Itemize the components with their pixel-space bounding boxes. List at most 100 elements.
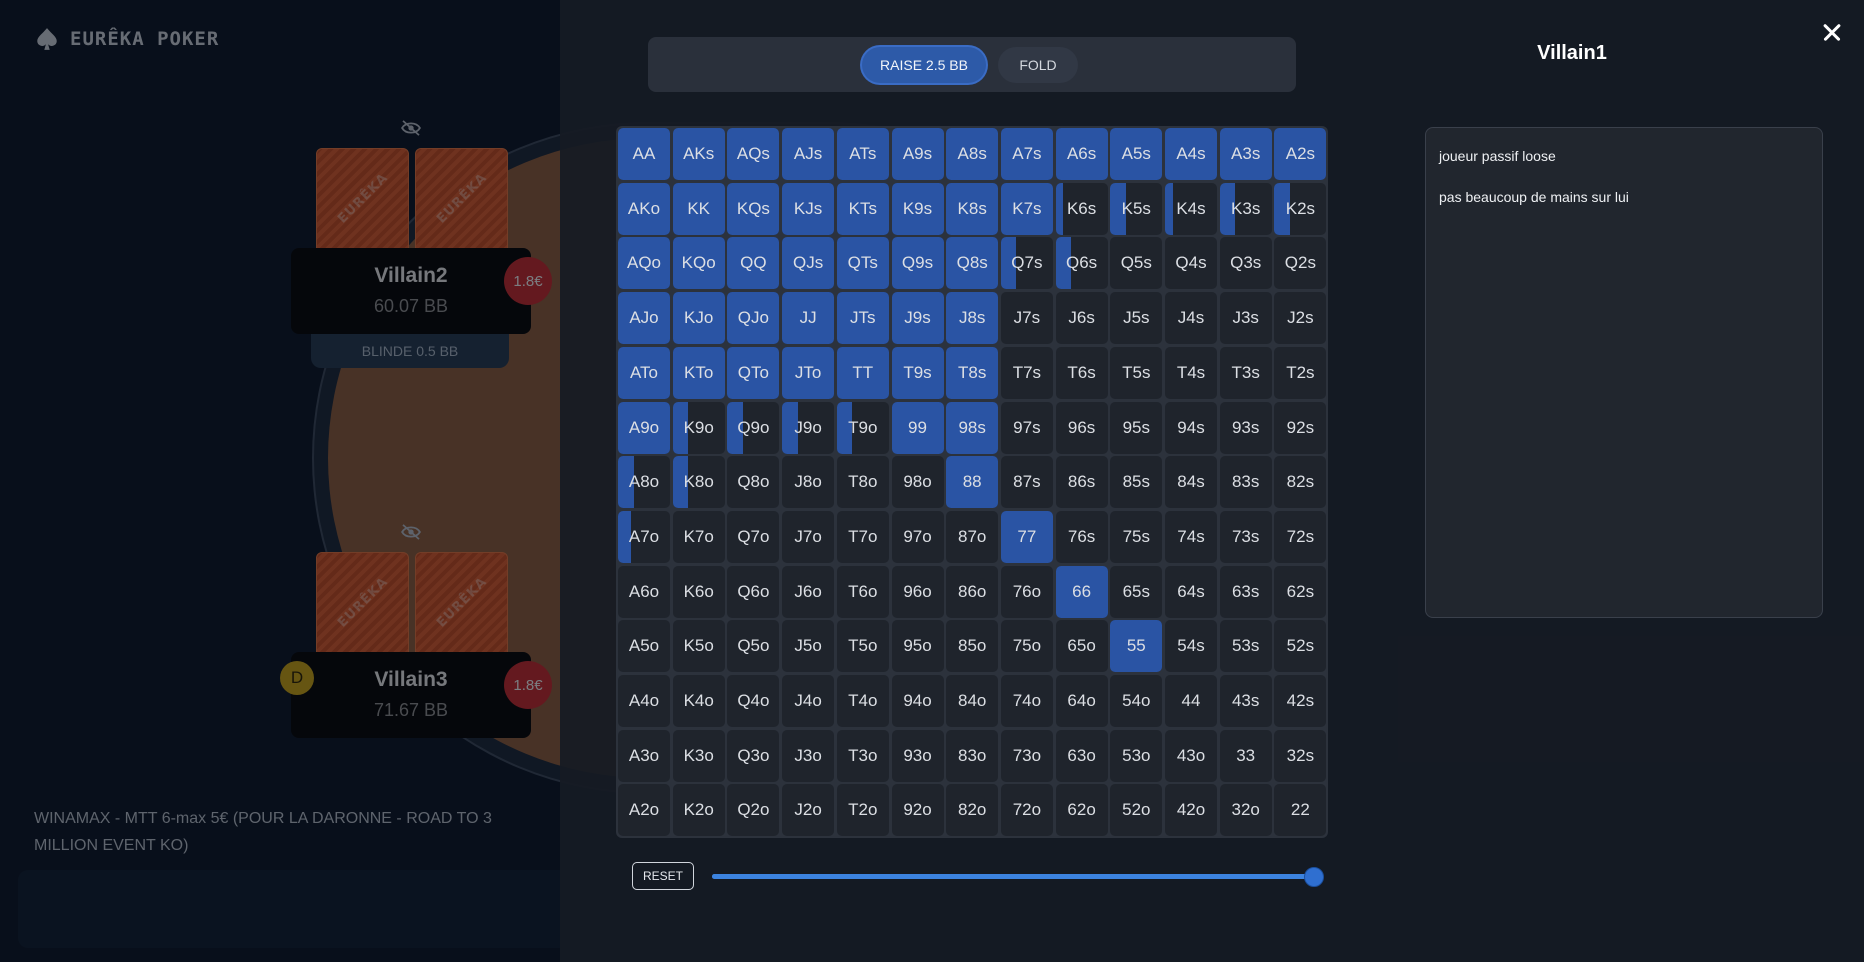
hand-cell-K2o[interactable]: K2o [672, 784, 725, 837]
hand-cell-T6s[interactable]: T6s [1055, 346, 1108, 399]
hand-cell-AQo[interactable]: AQo [618, 237, 670, 290]
hand-cell-K9s[interactable]: K9s [891, 182, 944, 235]
hand-cell-AA[interactable]: AA [618, 128, 670, 180]
hand-cell-J7o[interactable]: J7o [782, 510, 835, 563]
hand-cell-52o[interactable]: 52o [1110, 784, 1163, 837]
hand-cell-77[interactable]: 77 [1000, 510, 1053, 563]
hand-cell-K2s[interactable]: K2s [1274, 182, 1327, 235]
hand-cell-J2o[interactable]: J2o [782, 784, 835, 837]
hand-cell-Q9o[interactable]: Q9o [727, 401, 780, 454]
hand-cell-K6s[interactable]: K6s [1055, 182, 1108, 235]
hand-cell-72o[interactable]: 72o [1000, 784, 1053, 837]
hand-cell-QQ[interactable]: QQ [727, 237, 780, 290]
hand-cell-J9o[interactable]: J9o [782, 401, 835, 454]
hand-cell-83o[interactable]: 83o [946, 729, 999, 782]
hand-cell-Q8s[interactable]: Q8s [946, 237, 999, 290]
hand-cell-82o[interactable]: 82o [946, 784, 999, 837]
hand-cell-TT[interactable]: TT [836, 346, 889, 399]
hand-cell-76o[interactable]: 76o [1000, 565, 1053, 618]
hand-cell-QTs[interactable]: QTs [836, 237, 889, 290]
hand-cell-72s[interactable]: 72s [1274, 510, 1327, 563]
hand-cell-83s[interactable]: 83s [1219, 456, 1272, 509]
hand-cell-KTs[interactable]: KTs [836, 182, 889, 235]
hand-cell-54o[interactable]: 54o [1110, 675, 1163, 727]
hand-cell-J8s[interactable]: J8s [946, 292, 999, 345]
hand-cell-Q4s[interactable]: Q4s [1165, 237, 1217, 290]
hand-cell-KQs[interactable]: KQs [727, 182, 780, 235]
hand-cell-KK[interactable]: KK [672, 182, 725, 235]
hand-cell-A5o[interactable]: A5o [618, 620, 670, 673]
hand-cell-K7o[interactable]: K7o [672, 510, 725, 563]
hand-cell-96o[interactable]: 96o [891, 565, 944, 618]
hand-cell-65s[interactable]: 65s [1110, 565, 1163, 618]
hand-cell-T3o[interactable]: T3o [836, 729, 889, 782]
hand-cell-94s[interactable]: 94s [1165, 401, 1217, 454]
hand-cell-Q8o[interactable]: Q8o [727, 456, 780, 509]
hand-cell-A3s[interactable]: A3s [1219, 128, 1272, 180]
hand-cell-95s[interactable]: 95s [1110, 401, 1163, 454]
hand-cell-A8s[interactable]: A8s [946, 128, 999, 180]
hand-cell-A9s[interactable]: A9s [891, 128, 944, 180]
hand-cell-42o[interactable]: 42o [1165, 784, 1217, 837]
hand-cell-A9o[interactable]: A9o [618, 401, 670, 454]
hand-cell-75o[interactable]: 75o [1000, 620, 1053, 673]
hand-cell-Q7s[interactable]: Q7s [1000, 237, 1053, 290]
hand-cell-T5s[interactable]: T5s [1110, 346, 1163, 399]
frequency-slider[interactable] [712, 867, 1324, 887]
hand-cell-K9o[interactable]: K9o [672, 401, 725, 454]
hand-cell-96s[interactable]: 96s [1055, 401, 1108, 454]
hand-cell-93s[interactable]: 93s [1219, 401, 1272, 454]
hand-cell-J4s[interactable]: J4s [1165, 292, 1217, 345]
hand-cell-QTo[interactable]: QTo [727, 346, 780, 399]
hand-cell-54s[interactable]: 54s [1165, 620, 1217, 673]
hand-cell-KTo[interactable]: KTo [672, 346, 725, 399]
hand-cell-Q3s[interactable]: Q3s [1219, 237, 1272, 290]
hand-cell-62o[interactable]: 62o [1055, 784, 1108, 837]
hand-cell-74o[interactable]: 74o [1000, 675, 1053, 727]
hand-cell-75s[interactable]: 75s [1110, 510, 1163, 563]
hand-cell-42s[interactable]: 42s [1274, 675, 1327, 727]
hand-cell-99[interactable]: 99 [891, 401, 944, 454]
hand-cell-KQo[interactable]: KQo [672, 237, 725, 290]
hand-cell-Q4o[interactable]: Q4o [727, 675, 780, 727]
hand-cell-J8o[interactable]: J8o [782, 456, 835, 509]
hand-cell-A6o[interactable]: A6o [618, 565, 670, 618]
hand-cell-Q6s[interactable]: Q6s [1055, 237, 1108, 290]
action-fold-button[interactable]: FOLD [998, 47, 1078, 83]
hand-cell-K5o[interactable]: K5o [672, 620, 725, 673]
hand-cell-64o[interactable]: 64o [1055, 675, 1108, 727]
hand-cell-K4o[interactable]: K4o [672, 675, 725, 727]
hand-cell-K6o[interactable]: K6o [672, 565, 725, 618]
hand-cell-T2s[interactable]: T2s [1274, 346, 1327, 399]
hand-cell-AKs[interactable]: AKs [672, 128, 725, 180]
villain-notes[interactable]: joueur passif loose pas beaucoup de main… [1425, 127, 1823, 618]
hand-cell-K4s[interactable]: K4s [1165, 182, 1217, 235]
hand-cell-43s[interactable]: 43s [1219, 675, 1272, 727]
hand-cell-J4o[interactable]: J4o [782, 675, 835, 727]
hand-cell-Q2o[interactable]: Q2o [727, 784, 780, 837]
hand-cell-32o[interactable]: 32o [1219, 784, 1272, 837]
hand-cell-64s[interactable]: 64s [1165, 565, 1217, 618]
hand-cell-66[interactable]: 66 [1055, 565, 1108, 618]
hand-cell-T8o[interactable]: T8o [836, 456, 889, 509]
hand-cell-97o[interactable]: 97o [891, 510, 944, 563]
hand-cell-KJo[interactable]: KJo [672, 292, 725, 345]
hand-cell-33[interactable]: 33 [1219, 729, 1272, 782]
hand-cell-A3o[interactable]: A3o [618, 729, 670, 782]
hand-cell-T5o[interactable]: T5o [836, 620, 889, 673]
hand-cell-95o[interactable]: 95o [891, 620, 944, 673]
hand-cell-92o[interactable]: 92o [891, 784, 944, 837]
hand-cell-T3s[interactable]: T3s [1219, 346, 1272, 399]
hand-cell-84s[interactable]: 84s [1165, 456, 1217, 509]
hand-cell-Q6o[interactable]: Q6o [727, 565, 780, 618]
hand-cell-J9s[interactable]: J9s [891, 292, 944, 345]
hand-cell-22[interactable]: 22 [1274, 784, 1327, 837]
action-raise-button[interactable]: RAISE 2.5 BB [862, 47, 986, 83]
hand-cell-AKo[interactable]: AKo [618, 182, 670, 235]
reset-button[interactable]: RESET [632, 862, 694, 890]
hand-cell-53o[interactable]: 53o [1110, 729, 1163, 782]
hand-cell-K3s[interactable]: K3s [1219, 182, 1272, 235]
hand-cell-J6s[interactable]: J6s [1055, 292, 1108, 345]
hand-cell-J5o[interactable]: J5o [782, 620, 835, 673]
hand-cell-63o[interactable]: 63o [1055, 729, 1108, 782]
